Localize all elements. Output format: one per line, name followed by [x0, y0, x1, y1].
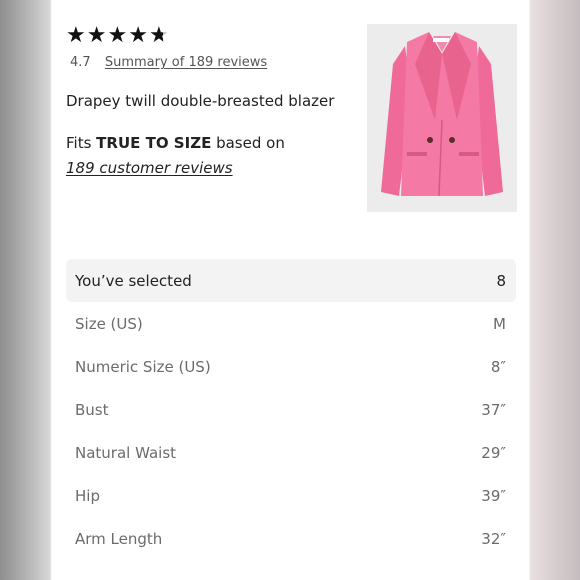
- size-row-label: Hip: [75, 486, 100, 505]
- blazer-illustration: [367, 24, 517, 212]
- size-row-value: 32″: [481, 529, 506, 548]
- size-row-value: 29″: [481, 443, 506, 462]
- size-row-hip: Hip 39″: [66, 474, 516, 517]
- fit-prefix: Fits: [66, 134, 97, 152]
- star-rating: ★ ★ ★ ★ ★: [66, 24, 169, 48]
- size-row-value: 39″: [481, 486, 506, 505]
- star-icon: ★: [148, 23, 169, 48]
- fit-suffix: based on: [211, 134, 285, 152]
- star-icon: ★: [128, 23, 148, 48]
- star-icon: ★: [86, 23, 107, 48]
- reviews-summary-link[interactable]: Summary of 189 reviews: [105, 55, 267, 70]
- size-row-label: Numeric Size (US): [75, 357, 211, 376]
- rating-value: 4.7: [70, 55, 91, 70]
- size-row-numeric-size: Numeric Size (US) 8″: [66, 345, 516, 388]
- size-row-value: 8″: [490, 357, 506, 376]
- size-row-value: M: [493, 314, 506, 333]
- star-icon: ★: [66, 23, 86, 48]
- customer-reviews-link[interactable]: 189 customer reviews: [66, 159, 233, 177]
- fit-emphasis: TRUE TO SIZE: [96, 134, 212, 152]
- size-row-label: You’ve selected: [75, 271, 192, 290]
- size-row-label: Bust: [75, 400, 109, 419]
- product-image[interactable]: [367, 24, 517, 212]
- size-row-arm-length: Arm Length 32″: [66, 517, 516, 560]
- size-row-selected: You’ve selected 8: [66, 259, 516, 302]
- size-row-value: 8: [496, 271, 506, 290]
- size-row-label: Natural Waist: [75, 443, 177, 462]
- size-row-natural-waist: Natural Waist 29″: [66, 431, 516, 474]
- product-name: Drapey twill double-breasted blazer: [66, 92, 335, 110]
- size-chart: You’ve selected 8 Size (US) M Numeric Si…: [66, 259, 516, 560]
- size-row-label: Size (US): [75, 314, 143, 333]
- fit-summary: Fits TRUE TO SIZE based on: [66, 134, 285, 152]
- size-row-bust: Bust 37″: [66, 388, 516, 431]
- size-row-label: Arm Length: [75, 529, 163, 548]
- star-icon: ★: [107, 23, 128, 48]
- size-row-size-us: Size (US) M: [66, 302, 516, 345]
- size-row-value: 37″: [481, 400, 506, 419]
- rating-summary: 4.7 Summary of 189 reviews: [70, 55, 267, 70]
